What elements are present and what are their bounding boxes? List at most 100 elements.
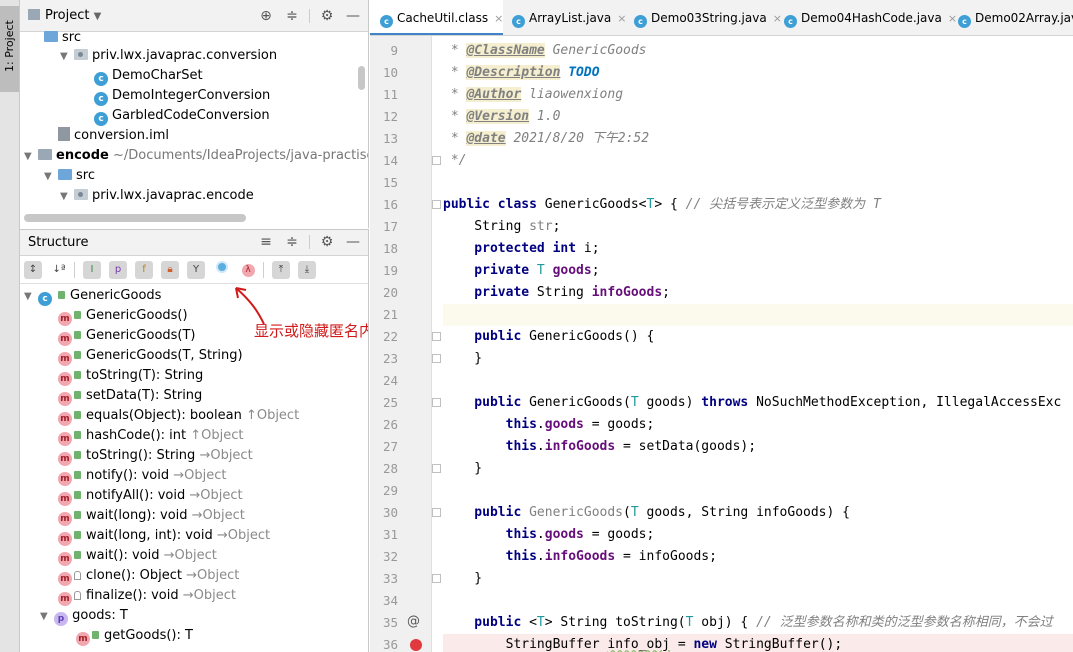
code-line[interactable] [443,172,1073,194]
code-line[interactable] [443,480,1073,502]
fold-marker-icon[interactable] [432,354,441,363]
structure-member[interactable]: m getGoods(): T [76,626,193,646]
show-fields-icon[interactable]: f [135,261,153,279]
vertical-scrollbar[interactable] [358,66,365,90]
code-line[interactable]: * @ClassName GenericGoods [443,40,1073,62]
code-line[interactable]: this.infoGoods = infoGoods; [443,546,1073,568]
fold-marker-icon[interactable] [432,574,441,583]
project-tree-node[interactable]: conversion.iml [44,126,169,146]
horizontal-scrollbar[interactable] [24,214,246,222]
gear-icon[interactable]: ⚙ [318,233,336,251]
structure-member[interactable]: m toString(T): String [58,366,203,386]
structure-member[interactable]: m finalize(): void →Object [58,586,236,606]
editor-gutter[interactable]: 9 10 11 12 13 14 15 16 17 18 19 20 21 22 23 24 25 26 27 28 2… [370,36,441,652]
structure-member[interactable]: m wait(long): void →Object [58,506,245,526]
show-lambdas-icon[interactable]: λ [239,261,257,279]
code-line[interactable]: public class GenericGoods<T> { // 尖括号表示定… [443,194,1073,216]
show-non-public-icon[interactable]: 🔒︎ [161,261,179,279]
fold-marker-icon[interactable] [432,508,441,517]
editor-tab[interactable]: c Demo03String.java × [624,0,782,35]
editor-tab[interactable]: c ArrayList.java × [502,0,626,35]
code-line[interactable]: this.goods = goods; [443,414,1073,436]
code-line[interactable]: * @Author liaowenxiong [443,84,1073,106]
collapse-all-icon[interactable]: ≑ [283,7,301,25]
show-inherited-icon[interactable]: I [83,261,101,279]
code-line[interactable]: } [443,458,1073,480]
chevron-down-icon[interactable]: ▼ [24,287,38,307]
editor-tab[interactable]: c CacheUtil.class × [370,0,504,35]
autoscroll-to-source-icon[interactable]: ⤒ [272,261,290,279]
code-line[interactable]: String str; [443,216,1073,238]
structure-member[interactable]: m wait(long, int): void →Object [58,526,270,546]
structure-member[interactable]: m setData(T): String [58,386,202,406]
chevron-down-icon[interactable]: ▼ [44,167,58,187]
chevron-down-icon[interactable]: ▼ [60,47,74,67]
chevron-down-icon[interactable]: ▼ [24,147,38,167]
gear-icon[interactable]: ⚙ [318,7,336,25]
annotation-marker-icon[interactable]: @ [407,614,420,629]
project-tool-window-tab[interactable]: 1: Project [0,6,19,92]
project-tree-node[interactable]: c DemoCharSet [80,66,203,86]
code-line[interactable]: private T goods; [443,260,1073,282]
code-line[interactable]: */ [443,150,1073,172]
structure-member[interactable]: m toString(): String →Object [58,446,253,466]
project-tree-node[interactable]: ▼ priv.lwx.javaprac.conversion [60,46,277,66]
code-line[interactable]: public GenericGoods() { [443,326,1073,348]
code-line[interactable]: * @date 2021/8/20 下午2:52 [443,128,1073,150]
structure-root-class[interactable]: ▼ c GenericGoods [24,286,161,306]
collapse-all-icon[interactable]: ≑ [283,233,301,251]
code-line[interactable]: private String infoGoods; [443,282,1073,304]
chevron-down-icon[interactable]: ▼ [60,187,74,207]
code-line[interactable]: } [443,568,1073,590]
project-view-selector[interactable]: Project ▼ [28,8,101,23]
structure-member[interactable]: m wait(): void →Object [58,546,217,566]
structure-member[interactable]: m clone(): Object →Object [58,566,239,586]
breakpoint-icon[interactable] [410,639,422,651]
editor-tab[interactable]: c Demo04HashCode.java × [774,0,957,35]
structure-member[interactable]: m GenericGoods(T) [58,326,196,346]
structure-member[interactable]: m notify(): void →Object [58,466,227,486]
project-tree-node[interactable]: c DemoIntegerConversion [80,86,270,106]
show-anonymous-classes-icon[interactable] [213,261,231,279]
structure-member[interactable]: m notifyAll(): void →Object [58,486,243,506]
code-line[interactable]: this.infoGoods = setData(goods); [443,436,1073,458]
project-tree-node[interactable]: c GarbledCodeConversion [80,106,270,126]
code-line[interactable] [443,370,1073,392]
code-line[interactable]: protected int i; [443,238,1073,260]
structure-member[interactable]: m hashCode(): int ↑Object [58,426,243,446]
project-tree-node[interactable]: ▼ src [44,166,95,186]
fold-marker-icon[interactable] [432,398,441,407]
code-line[interactable]: this.goods = goods; [443,524,1073,546]
code-line[interactable]: public <T> String toString(T obj) { // 泛… [443,612,1073,634]
show-properties-icon[interactable]: p [109,261,127,279]
expand-all-icon[interactable]: ≡ [257,233,275,251]
project-tree-node[interactable]: src [44,28,81,48]
code-area[interactable]: * @ClassName GenericGoods * @Description… [443,36,1073,652]
code-line[interactable]: public GenericGoods(T goods) throws NoSu… [443,392,1073,414]
code-line[interactable]: StringBuffer info_obj = new StringBuffer… [443,634,1073,652]
autoscroll-from-source-icon[interactable]: ⤓ [298,261,316,279]
chevron-down-icon[interactable]: ▼ [40,607,54,627]
project-tree-node[interactable]: ▼ priv.lwx.javaprac.encode [60,186,254,206]
code-line[interactable] [443,304,1073,326]
project-tree-node[interactable]: ▼ encode ~/Documents/IdeaProjects/java-pr… [24,146,368,167]
structure-member[interactable]: m GenericGoods(T, String) [58,346,243,366]
code-line[interactable]: * @Version 1.0 [443,106,1073,128]
editor-tab[interactable]: cDemo02Array.java× [948,0,1073,35]
show-inherited-from-object-icon[interactable]: Y [187,261,205,279]
locate-icon[interactable]: ⊕ [257,7,275,25]
hide-icon[interactable]: — [344,7,362,25]
sort-alphabetically-icon[interactable]: ↓ª [50,261,68,279]
structure-member[interactable]: m GenericGoods() [58,306,188,326]
sort-by-visibility-icon[interactable]: ↕ [24,261,42,279]
code-line[interactable]: * @Description TODO [443,62,1073,84]
fold-marker-icon[interactable] [432,200,441,209]
code-line[interactable] [443,590,1073,612]
code-line[interactable]: } [443,348,1073,370]
hide-icon[interactable]: — [344,233,362,251]
fold-marker-icon[interactable] [432,156,441,165]
structure-field-node[interactable]: ▼ p goods: T [40,606,128,626]
fold-marker-icon[interactable] [432,464,441,473]
structure-member[interactable]: m equals(Object): boolean ↑Object [58,406,299,426]
code-line[interactable]: public GenericGoods(T goods, String info… [443,502,1073,524]
